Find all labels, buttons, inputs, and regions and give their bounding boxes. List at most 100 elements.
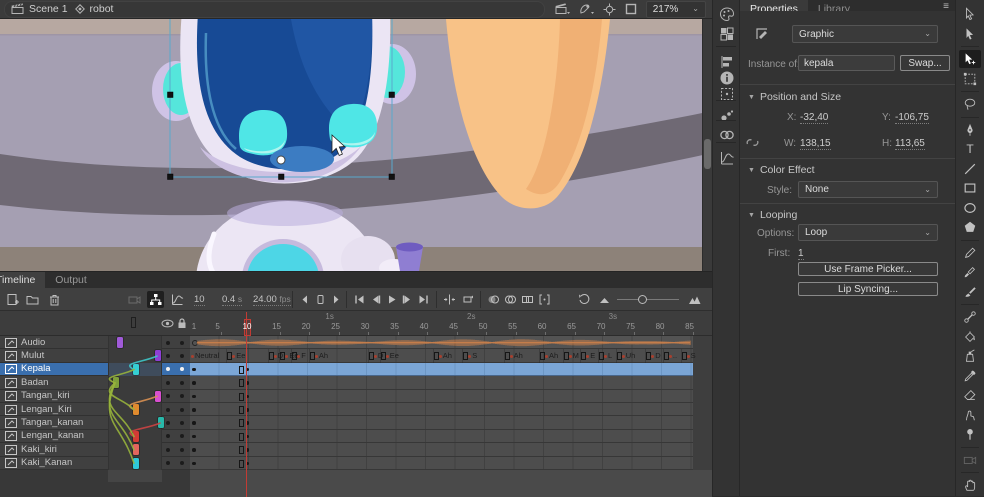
phoneme-keyframe-dot[interactable] xyxy=(274,355,277,358)
phoneme-keyframe-dot[interactable] xyxy=(297,355,300,358)
phoneme-keyframe-dot[interactable] xyxy=(569,355,572,358)
phoneme-keyframe-dot[interactable] xyxy=(669,355,672,358)
step-back-button[interactable] xyxy=(367,291,384,308)
layer-visibility-dot[interactable] xyxy=(166,408,170,412)
hand-tool-icon[interactable] xyxy=(959,476,981,494)
layer-row-kepala[interactable]: Kepala xyxy=(0,363,190,376)
layer-visibility-dot[interactable] xyxy=(166,341,170,345)
onion-skin-button[interactable] xyxy=(485,291,502,308)
layer-parent-tag[interactable] xyxy=(117,337,123,348)
layer-parent-column[interactable] xyxy=(108,363,162,376)
phoneme-keyframe-dot[interactable] xyxy=(285,355,288,358)
bone-tool-icon[interactable] xyxy=(959,308,981,326)
section-position-size[interactable]: ▼ Position and Size xyxy=(748,91,841,103)
layer-parent-column[interactable] xyxy=(108,390,162,403)
keyframe-dot[interactable] xyxy=(192,421,196,425)
timeline-zoom-slider[interactable] xyxy=(617,299,679,300)
scene-clapperboard-icon[interactable] xyxy=(11,3,25,15)
phoneme-keyframe-dot[interactable] xyxy=(315,355,318,358)
info-panel-icon[interactable] xyxy=(719,70,735,86)
subselection-tool-icon[interactable] xyxy=(959,25,981,43)
section-color-effect[interactable]: ▼ Color Effect xyxy=(748,164,815,176)
first-frame-value[interactable]: 1 xyxy=(798,248,804,260)
layer-row-lengan_kiri[interactable]: Lengan_Kiri xyxy=(0,403,190,416)
layer-visibility-dot[interactable] xyxy=(166,448,170,452)
clip-content-button[interactable] xyxy=(625,3,637,15)
layer-parent-tag[interactable] xyxy=(113,377,119,388)
elapsed-time-stat[interactable]: 0.4 s xyxy=(222,294,242,306)
polystar-tool-icon[interactable] xyxy=(959,218,981,236)
use-frame-picker-button[interactable]: Use Frame Picker... xyxy=(798,262,938,276)
keyframe-dot[interactable] xyxy=(192,462,196,466)
paint-brush-tool-icon[interactable] xyxy=(959,283,981,301)
delete-layer-button[interactable] xyxy=(46,291,63,308)
text-tool-icon[interactable]: T xyxy=(959,140,981,158)
layer-parent-tag[interactable] xyxy=(133,458,139,469)
layer-parenting-toggle-button[interactable] xyxy=(147,291,164,308)
camera-toggle-button[interactable] xyxy=(126,291,143,308)
frame-row-lengan_kiri[interactable] xyxy=(190,403,693,416)
lasso-tool-icon[interactable] xyxy=(959,95,981,113)
layer-parent-column[interactable] xyxy=(108,416,162,429)
stage-zoom-select[interactable]: 217% ⌄ xyxy=(646,1,706,18)
phoneme-keyframe-dot[interactable] xyxy=(386,355,389,358)
selection-tool-icon[interactable] xyxy=(959,5,981,23)
frames-grid[interactable]: NeutralEeDEeFAhDEeAhSAhAhMELUhD..S xyxy=(190,336,712,470)
frame-rate-stat[interactable]: 24.00 fps xyxy=(253,294,291,306)
selection-handle-bottom-right[interactable] xyxy=(389,174,395,180)
onion-skin-outlines-button[interactable] xyxy=(502,291,519,308)
layer-visibility-dot[interactable] xyxy=(166,421,170,425)
motion-editor-button[interactable] xyxy=(169,291,186,308)
lock-column-icon[interactable] xyxy=(177,318,187,329)
edit-symbols-button[interactable] xyxy=(579,3,594,15)
pencil-tool-icon[interactable] xyxy=(959,244,981,262)
layer-row-badan[interactable]: Badan xyxy=(0,376,190,389)
rectangle-tool-icon[interactable] xyxy=(959,179,981,197)
layer-visibility-dot[interactable] xyxy=(166,381,170,385)
asset-warp-tool-icon[interactable] xyxy=(959,50,981,68)
selection-handle-bottom[interactable] xyxy=(279,174,285,180)
layer-lock-dot[interactable] xyxy=(180,421,184,425)
phoneme-keyframe-dot[interactable] xyxy=(687,355,690,358)
layer-visibility-dot[interactable] xyxy=(166,354,170,358)
link-width-height-icon[interactable] xyxy=(746,136,759,149)
symbol-behavior-select[interactable]: Graphic ⌄ xyxy=(792,25,938,43)
breadcrumb-symbol[interactable]: robot xyxy=(90,3,114,15)
layer-lock-dot[interactable] xyxy=(180,408,184,412)
panel-menu-icon[interactable]: ≡ xyxy=(943,1,949,12)
keyframe-dot[interactable] xyxy=(192,368,196,372)
timeline-ruler[interactable]: 1s2s3s1510152025303540455055606570758085 xyxy=(190,311,712,336)
transformation-point[interactable] xyxy=(277,156,285,164)
play-button[interactable] xyxy=(383,291,400,308)
oval-tool-icon[interactable] xyxy=(959,199,981,217)
frame-row-tangan_kiri[interactable] xyxy=(190,390,693,403)
frame-row-kepala[interactable] xyxy=(190,363,693,376)
keyframe-dot[interactable] xyxy=(192,395,196,399)
loop-options-select[interactable]: Loop ⌄ xyxy=(798,224,938,241)
layer-parent-tag[interactable] xyxy=(155,350,161,361)
layer-parent-column[interactable] xyxy=(108,336,162,349)
phoneme-keyframe-dot[interactable] xyxy=(468,355,471,358)
new-folder-button[interactable] xyxy=(24,291,41,308)
layer-lock-dot[interactable] xyxy=(180,381,184,385)
layer-parent-column[interactable] xyxy=(108,443,162,456)
eraser-tool-icon[interactable] xyxy=(959,386,981,404)
layer-parent-tag[interactable] xyxy=(155,391,161,402)
edit-scene-button[interactable] xyxy=(555,3,570,15)
ink-bottle-tool-icon[interactable] xyxy=(959,347,981,365)
layer-lock-dot[interactable] xyxy=(180,354,184,358)
lip-syncing-button[interactable]: Lip Syncing... xyxy=(798,282,938,296)
go-to-last-frame-button[interactable] xyxy=(415,291,432,308)
phoneme-keyframe-dot[interactable] xyxy=(651,355,654,358)
motion-editor-panel-icon[interactable] xyxy=(719,150,735,166)
stage-vertical-scrollbar[interactable] xyxy=(702,19,712,271)
y-value[interactable]: -106,75 xyxy=(895,112,929,124)
timeline-zoom-out-icon[interactable] xyxy=(596,291,613,308)
layer-parent-tag[interactable] xyxy=(133,364,139,375)
frame-row-badan[interactable] xyxy=(190,376,693,389)
layer-parent-column[interactable] xyxy=(108,349,162,362)
tab-output[interactable]: Output xyxy=(45,272,97,288)
playhead-line[interactable] xyxy=(246,312,247,497)
timeline-zoom-knob[interactable] xyxy=(638,295,647,304)
phoneme-keyframe-dot[interactable] xyxy=(232,355,235,358)
